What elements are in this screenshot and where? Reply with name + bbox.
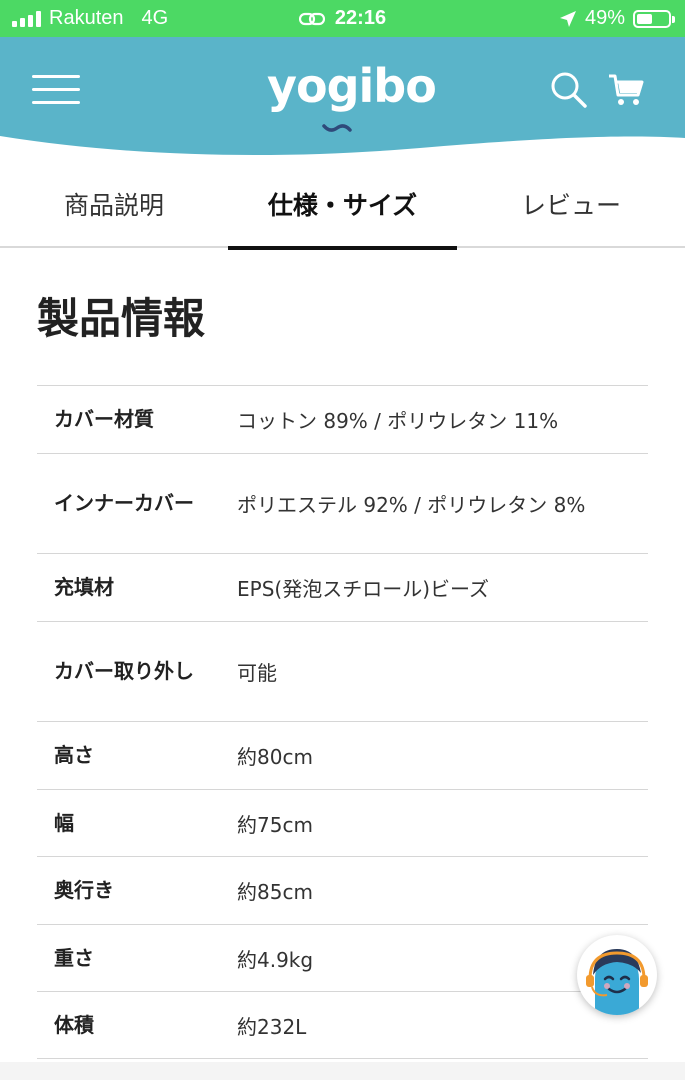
spec-value: 約80cm: [237, 745, 313, 769]
tab-specs-size[interactable]: 仕様・サイズ: [228, 160, 457, 250]
cart-icon[interactable]: [608, 73, 644, 107]
spec-label: 重さ: [54, 945, 94, 970]
battery-icon: [633, 9, 675, 28]
table-row: カバー取り外し 可能: [37, 621, 648, 722]
spec-value: EPS(発泡スチロール)ビーズ: [237, 577, 489, 601]
tab-description[interactable]: 商品説明: [0, 160, 228, 248]
status-bar: Rakuten 4G 22:16 49%: [0, 0, 685, 37]
spec-value: 約85cm: [237, 880, 313, 904]
spec-value: 可能: [237, 661, 277, 685]
spec-label: 幅: [54, 810, 74, 835]
spec-label: カバー取り外し: [54, 659, 194, 683]
table-row: 充填材 EPS(発泡スチロール)ビーズ: [37, 553, 648, 622]
status-right: 49%: [559, 0, 675, 37]
page-title: 製品情報: [37, 294, 206, 343]
tab-reviews[interactable]: レビュー: [457, 160, 685, 248]
spec-label: インナーカバー: [54, 491, 194, 515]
spec-value: コットン 89% / ポリウレタン 11%: [237, 409, 559, 433]
table-row: 体積 約232L: [37, 991, 648, 1059]
spec-label: 奥行き: [54, 878, 114, 902]
table-row: 奥行き 約85cm: [37, 856, 648, 925]
menu-icon[interactable]: [32, 75, 80, 105]
table-row: 重さ 約4.9kg: [37, 924, 648, 992]
table-row: 高さ 約80cm: [37, 721, 648, 790]
search-icon[interactable]: [550, 71, 588, 109]
spec-label: カバー材質: [54, 407, 154, 431]
tab-label: 商品説明: [63, 191, 164, 220]
support-avatar-icon: [586, 949, 648, 1015]
logo[interactable]: yogibo: [267, 59, 437, 113]
bottom-edge: [0, 1062, 685, 1080]
product-tabs: 商品説明 仕様・サイズ レビュー: [0, 160, 685, 250]
spec-label: 充填材: [54, 575, 114, 599]
spec-value: ポリエステル 92% / ポリウレタン 8%: [237, 493, 586, 517]
battery-percent: 49%: [584, 7, 625, 29]
link-icon: [298, 12, 325, 25]
tab-label: 仕様・サイズ: [267, 191, 418, 220]
clock: 22:16: [334, 7, 387, 29]
table-row: カバー材質 コットン 89% / ポリウレタン 11%: [37, 385, 648, 454]
spec-label: 高さ: [54, 743, 94, 767]
table-row: インナーカバー ポリエステル 92% / ポリウレタン 8%: [37, 453, 648, 554]
spec-value: 約75cm: [237, 812, 313, 837]
chat-support-button[interactable]: [577, 935, 657, 1015]
location-arrow-icon: [559, 10, 576, 27]
spec-table: カバー材質 コットン 89% / ポリウレタン 11% インナーカバー ポリエス…: [37, 385, 648, 1059]
header-wave: [0, 136, 685, 158]
table-row: 幅 約75cm: [37, 789, 648, 857]
site-header: yogibo: [0, 37, 685, 158]
battery-level: [637, 13, 652, 24]
tab-label: レビュー: [520, 191, 621, 220]
spec-label: 体積: [54, 1012, 94, 1037]
